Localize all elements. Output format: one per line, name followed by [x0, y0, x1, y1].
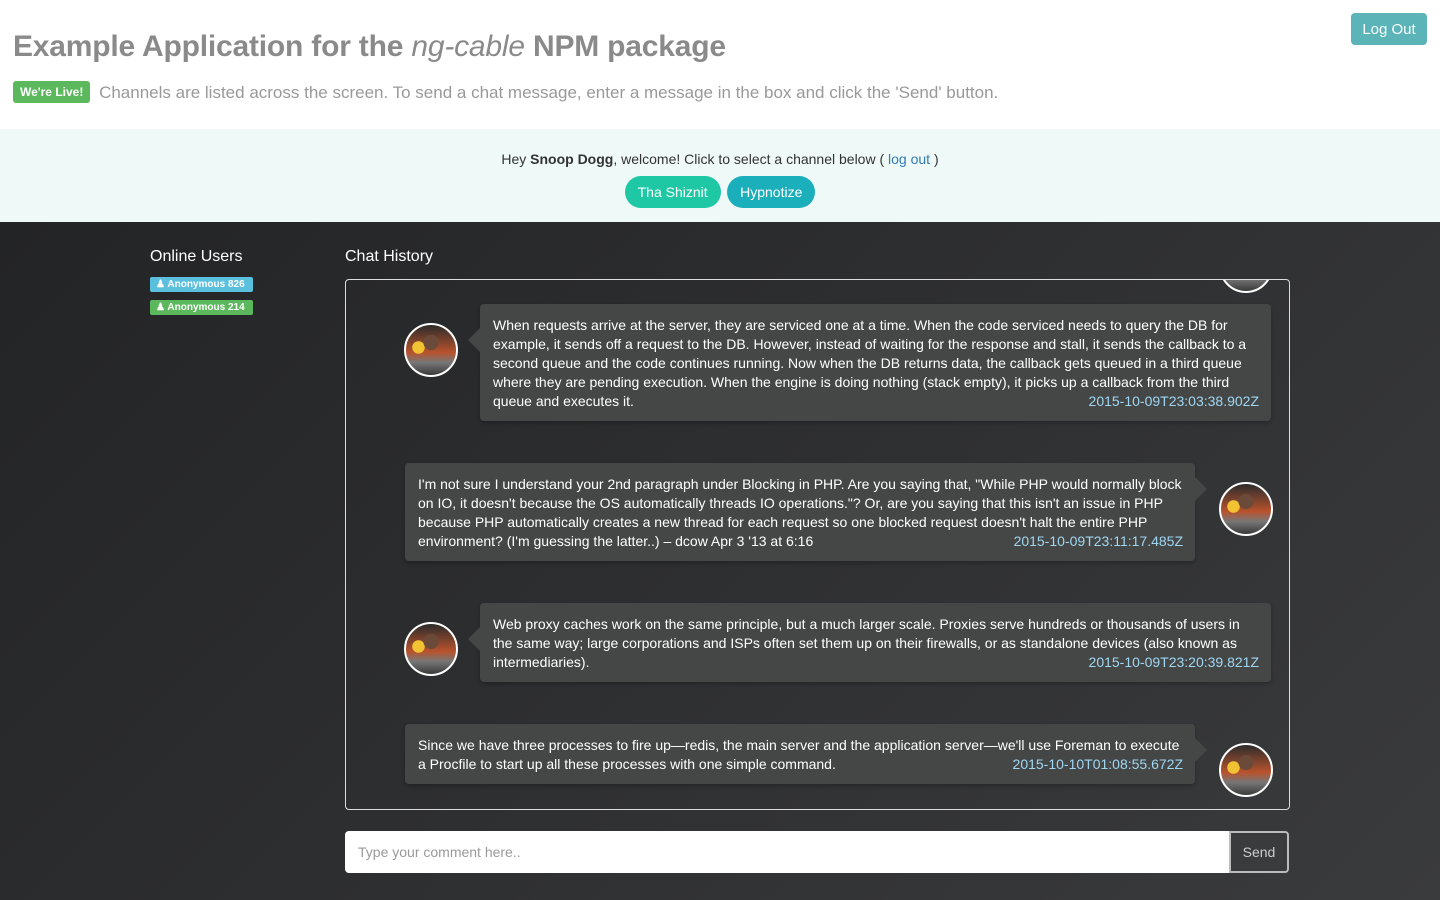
- package-name: ng-cable: [411, 30, 525, 63]
- user-icon: ♟: [156, 302, 165, 313]
- page-title: Example Application for the ng-cable NPM…: [13, 30, 726, 63]
- avatar: [1219, 743, 1273, 797]
- main-area: Online Users ♟ Anonymous 826 ♟ Anonymous…: [0, 222, 1440, 900]
- chat-message: Web proxy caches work on the same princi…: [468, 603, 1271, 682]
- log-out-button[interactable]: Log Out: [1351, 13, 1427, 45]
- channel-list: Tha Shiznit Hypnotize: [0, 176, 1440, 208]
- avatar: [1219, 280, 1273, 293]
- send-button[interactable]: Send: [1229, 831, 1289, 873]
- welcome-message: Hey Snoop Dogg, welcome! Click to select…: [501, 151, 939, 167]
- live-badge: We're Live!: [13, 81, 91, 103]
- chat-message: When requests arrive at the server, they…: [468, 304, 1271, 421]
- page-header: Example Application for the ng-cable NPM…: [0, 0, 1440, 129]
- online-users-title: Online Users: [150, 248, 243, 265]
- chat-message: Since we have three processes to fire up…: [405, 724, 1207, 784]
- message-timestamp: 2015-10-09T23:20:39.821Z: [1088, 654, 1259, 670]
- comment-input[interactable]: [345, 831, 1229, 873]
- welcome-band: Hey Snoop Dogg, welcome! Click to select…: [0, 129, 1440, 222]
- chat-panel: Chat History When requests arrive at the…: [345, 248, 1290, 810]
- user-icon: ♟: [156, 279, 165, 290]
- username: Snoop Dogg: [530, 151, 614, 167]
- log-out-link[interactable]: log out: [888, 151, 930, 167]
- chat-history-title: Chat History: [345, 248, 434, 265]
- instructions-text: Channels are listed across the screen. T…: [99, 83, 999, 102]
- instructions-line: We're Live! Channels are listed across t…: [13, 81, 998, 103]
- avatar: [404, 323, 458, 377]
- channel-button-tha-shiznit[interactable]: Tha Shiznit: [624, 176, 721, 208]
- online-users-panel: Online Users ♟ Anonymous 826 ♟ Anonymous…: [150, 248, 253, 315]
- avatar: [404, 622, 458, 676]
- avatar: [1219, 482, 1273, 536]
- chat-message: I'm not sure I understand your 2nd parag…: [405, 463, 1207, 561]
- channel-button-hypnotize[interactable]: Hypnotize: [727, 176, 816, 208]
- chat-history[interactable]: When requests arrive at the server, they…: [345, 279, 1290, 810]
- online-user-badge: ♟ Anonymous 214: [150, 300, 253, 315]
- online-user-badge: ♟ Anonymous 826: [150, 277, 253, 292]
- comment-composer: Send: [345, 831, 1289, 873]
